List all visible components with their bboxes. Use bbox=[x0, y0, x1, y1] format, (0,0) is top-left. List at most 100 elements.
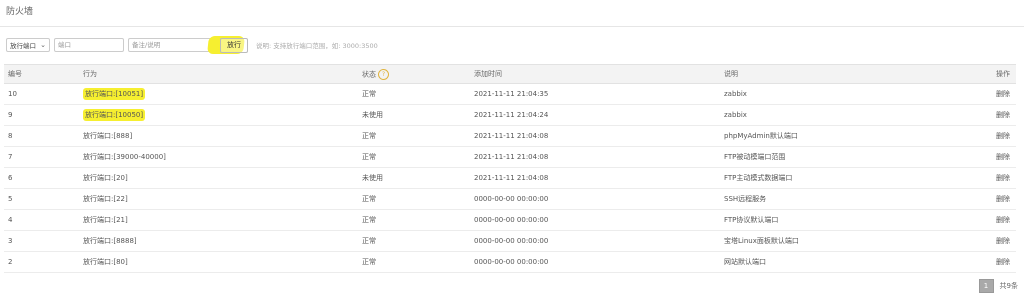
port-input[interactable] bbox=[54, 38, 124, 52]
cell-time: 2021-11-11 21:04:24 bbox=[470, 104, 720, 126]
cell-desc: FTP主动模式数据端口 bbox=[720, 167, 970, 189]
cell-time-text: 2021-11-11 21:04:08 bbox=[474, 174, 549, 182]
firewall-table-container: 编号 行为 状态? 添加时间 说明 操作 10 放行端口:[10051] 正常 202… bbox=[4, 64, 1016, 273]
cell-status-text: 正常 bbox=[362, 195, 376, 203]
cell-id-text: 2 bbox=[8, 258, 13, 266]
page-title: 防火墙 bbox=[6, 7, 34, 17]
cell-op: 删除 bbox=[970, 125, 1016, 147]
cell-id-text: 5 bbox=[8, 195, 13, 203]
cell-desc: phpMyAdmin默认端口 bbox=[720, 125, 970, 147]
cell-id-text: 10 bbox=[8, 90, 17, 98]
delete-link[interactable]: 删除 bbox=[996, 237, 1010, 245]
cell-id: 3 bbox=[4, 230, 79, 252]
cell-status-text: 正常 bbox=[362, 132, 376, 140]
cell-id: 5 bbox=[4, 188, 79, 210]
cell-id: 6 bbox=[4, 167, 79, 189]
cell-desc: 网站默认端口 bbox=[720, 251, 970, 273]
cell-time: 2021-11-11 21:04:35 bbox=[470, 83, 720, 105]
delete-link[interactable]: 删除 bbox=[996, 132, 1010, 140]
cell-action-text: 放行端口:[80] bbox=[83, 258, 128, 266]
cell-status-text: 未使用 bbox=[362, 174, 383, 182]
cell-status: 未使用 bbox=[358, 167, 470, 189]
cell-id-text: 8 bbox=[8, 132, 13, 140]
cell-status: 正常 bbox=[358, 125, 470, 147]
cell-action: 放行端口:[39000-40000] bbox=[79, 146, 358, 168]
cell-action: 放行端口:[80] bbox=[79, 251, 358, 273]
table-body: 10 放行端口:[10051] 正常 2021-11-11 21:04:35 zabbi… bbox=[4, 83, 1016, 273]
cell-time-text: 0000-00-00 00:00:00 bbox=[474, 258, 549, 266]
cell-time: 2021-11-11 21:04:08 bbox=[470, 146, 720, 168]
help-icon[interactable]: ? bbox=[378, 68, 389, 80]
hint-text: 说明: 支持放行端口范围，如: 3000:3500 bbox=[256, 42, 378, 50]
cell-time-text: 2021-11-11 21:04:08 bbox=[474, 153, 549, 161]
cell-op: 删除 bbox=[970, 230, 1016, 252]
cell-status: 未使用 bbox=[358, 104, 470, 126]
cell-status-text: 正常 bbox=[362, 153, 376, 161]
cell-id-text: 6 bbox=[8, 174, 13, 182]
cell-action-text: 放行端口:[20] bbox=[83, 174, 128, 182]
table-row: 3 放行端口:[8888] 正常 0000-00-00 00:00:00 宝塔Linux… bbox=[4, 230, 1016, 252]
cell-action: 放行端口:[20] bbox=[79, 167, 358, 189]
cell-op: 删除 bbox=[970, 167, 1016, 189]
table-row: 2 放行端口:[80] 正常 0000-00-00 00:00:00 网站默认端口 删除 bbox=[4, 251, 1016, 273]
cell-action: 放行端口:[8888] bbox=[79, 230, 358, 252]
cell-action-text: 放行端口:[10051] bbox=[83, 88, 146, 100]
allow-button-wrap: 放行 bbox=[207, 35, 248, 54]
cell-action-text: 放行端口:[39000-40000] bbox=[83, 153, 166, 161]
cell-status-text: 未使用 bbox=[362, 111, 383, 119]
delete-link[interactable]: 删除 bbox=[996, 216, 1010, 224]
cell-time: 0000-00-00 00:00:00 bbox=[470, 209, 720, 231]
cell-desc: FTP被动模端口范围 bbox=[720, 146, 970, 168]
page-number-current[interactable]: 1 bbox=[978, 279, 994, 293]
cell-id: 7 bbox=[4, 146, 79, 168]
cell-desc: 宝塔Linux面板默认端口 bbox=[720, 230, 970, 252]
allow-button[interactable]: 放行 bbox=[220, 37, 248, 53]
cell-desc-text: phpMyAdmin默认端口 bbox=[724, 132, 798, 140]
cell-op: 删除 bbox=[970, 251, 1016, 273]
cell-time: 0000-00-00 00:00:00 bbox=[470, 188, 720, 210]
table-row: 4 放行端口:[21] 正常 0000-00-00 00:00:00 FTP协议默认端口… bbox=[4, 209, 1016, 231]
delete-link[interactable]: 删除 bbox=[996, 258, 1010, 266]
cell-desc-text: 网站默认端口 bbox=[724, 258, 766, 266]
cell-time-text: 0000-00-00 00:00:00 bbox=[474, 195, 549, 203]
delete-link[interactable]: 删除 bbox=[996, 153, 1010, 161]
cell-desc-text: zabbix bbox=[724, 111, 747, 119]
cell-desc: FTP协议默认端口 bbox=[720, 209, 970, 231]
rule-type-select[interactable]: 放行端口 ⌄ bbox=[6, 38, 50, 52]
cell-time: 2021-11-11 21:04:08 bbox=[470, 125, 720, 147]
cell-action-text: 放行端口:[8888] bbox=[83, 237, 137, 245]
cell-status-text: 正常 bbox=[362, 237, 376, 245]
cell-status: 正常 bbox=[358, 188, 470, 210]
cell-action: 放行端口:[21] bbox=[79, 209, 358, 231]
cell-action-text: 放行端口:[888] bbox=[83, 132, 133, 140]
cell-op: 删除 bbox=[970, 188, 1016, 210]
cell-action-text: 放行端口:[22] bbox=[83, 195, 128, 203]
pagination: 1 共9条 bbox=[978, 279, 1018, 293]
table-row: 5 放行端口:[22] 正常 0000-00-00 00:00:00 SSH远程服务 删除 bbox=[4, 188, 1016, 210]
chevron-down-icon: ⌄ bbox=[40, 41, 46, 49]
cell-desc-text: FTP被动模端口范围 bbox=[724, 153, 786, 161]
cell-desc-text: 宝塔Linux面板默认端口 bbox=[724, 237, 799, 245]
cell-status: 正常 bbox=[358, 146, 470, 168]
table-row: 6 放行端口:[20] 未使用 2021-11-11 21:04:08 FTP主动模式数… bbox=[4, 167, 1016, 189]
header-op: 操作 bbox=[970, 64, 1016, 84]
cell-desc: zabbix bbox=[720, 83, 970, 105]
cell-op: 删除 bbox=[970, 146, 1016, 168]
delete-link[interactable]: 删除 bbox=[996, 195, 1010, 203]
cell-status-text: 正常 bbox=[362, 258, 376, 266]
header-id: 编号 bbox=[4, 64, 79, 84]
delete-link[interactable]: 删除 bbox=[996, 174, 1010, 182]
cell-time-text: 0000-00-00 00:00:00 bbox=[474, 216, 549, 224]
delete-link[interactable]: 删除 bbox=[996, 90, 1010, 98]
cell-action-text: 放行端口:[10050] bbox=[83, 109, 146, 121]
delete-link[interactable]: 删除 bbox=[996, 111, 1010, 119]
note-input[interactable] bbox=[128, 38, 216, 52]
table-header-row: 编号 行为 状态? 添加时间 说明 操作 bbox=[4, 64, 1016, 84]
title-divider bbox=[0, 26, 1024, 27]
cell-status: 正常 bbox=[358, 209, 470, 231]
header-status: 状态? bbox=[358, 64, 470, 84]
cell-id: 9 bbox=[4, 104, 79, 126]
cell-status: 正常 bbox=[358, 251, 470, 273]
header-status-label: 状态 bbox=[362, 70, 376, 78]
firewall-table: 编号 行为 状态? 添加时间 说明 操作 10 放行端口:[10051] 正常 202… bbox=[4, 64, 1016, 273]
